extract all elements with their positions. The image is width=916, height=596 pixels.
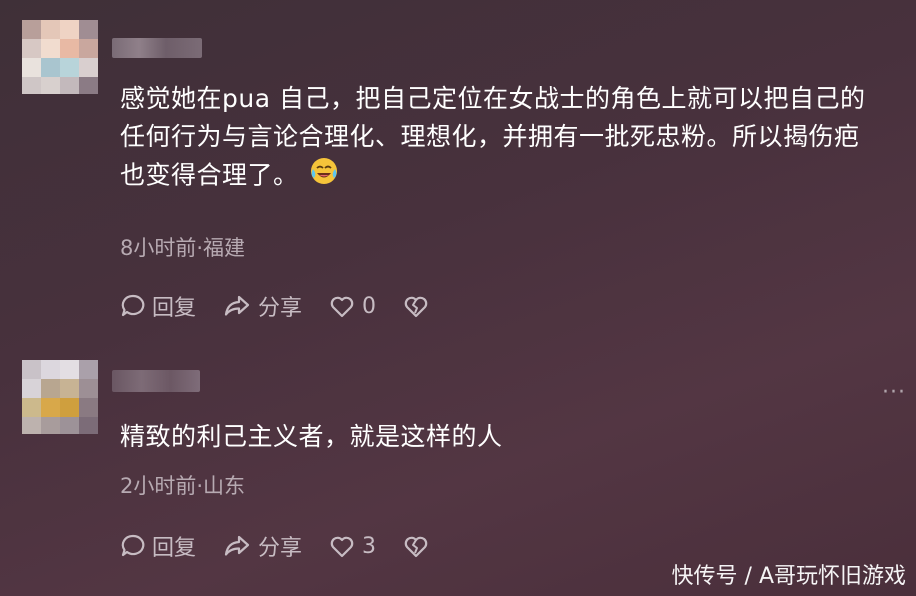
reply-icon: [121, 534, 145, 557]
avatar[interactable]: [22, 360, 98, 434]
username[interactable]: [112, 38, 202, 58]
heart-icon: [330, 536, 354, 558]
comment-meta: 2小时前·山东: [120, 474, 246, 498]
comment-actions: 回复 分享 3: [120, 530, 462, 562]
comment-text: 感觉她在pua 自己，把自己定位在女战士的角色上就可以把自己的任何行为与言论合理…: [120, 80, 880, 197]
dislike-button[interactable]: [402, 293, 436, 319]
share-icon: [224, 295, 250, 316]
reply-button[interactable]: 回复: [120, 290, 196, 322]
reply-icon: [121, 294, 145, 317]
crying-laughing-emoji-icon: [309, 156, 339, 197]
comment-meta: 8小时前·福建: [120, 236, 246, 260]
more-options-button[interactable]: ···: [882, 380, 906, 405]
share-icon: [224, 535, 250, 556]
like-count: 0: [362, 293, 377, 319]
dislike-button[interactable]: [402, 533, 436, 559]
share-label: 分享: [258, 536, 303, 561]
comment-actions: 回复 分享 0: [120, 290, 462, 322]
like-button[interactable]: 3: [328, 533, 376, 559]
comment-body: 感觉她在pua 自己，把自己定位在女战士的角色上就可以把自己的任何行为与言论合理…: [120, 84, 866, 190]
like-button[interactable]: 0: [328, 293, 376, 319]
reply-button[interactable]: 回复: [120, 530, 196, 562]
broken-heart-icon: [404, 296, 428, 318]
like-count: 3: [362, 533, 377, 559]
share-button[interactable]: 分享: [222, 530, 302, 562]
watermark: 快传号 / A哥玩怀旧游戏: [671, 564, 906, 589]
heart-icon: [330, 296, 354, 318]
reply-label: 回复: [152, 296, 197, 321]
username[interactable]: [112, 370, 200, 392]
share-button[interactable]: 分享: [222, 290, 302, 322]
avatar[interactable]: [22, 20, 98, 94]
comment-text: 精致的利己主义者，就是这样的人: [120, 422, 503, 451]
comment-item: 感觉她在pua 自己，把自己定位在女战士的角色上就可以把自己的任何行为与言论合理…: [0, 0, 916, 340]
reply-label: 回复: [152, 536, 197, 561]
share-label: 分享: [258, 296, 303, 321]
broken-heart-icon: [404, 536, 428, 558]
